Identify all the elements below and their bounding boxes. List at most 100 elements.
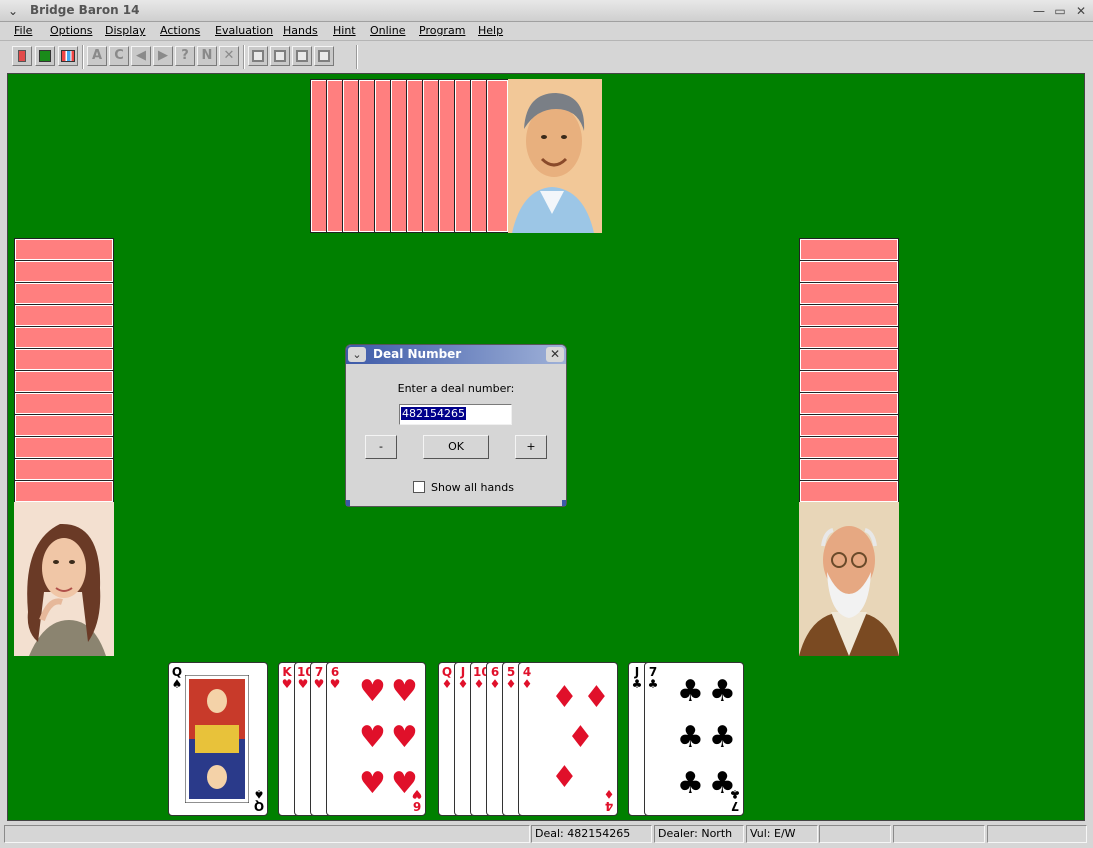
- card-back: [799, 304, 899, 326]
- window-menu-icon[interactable]: ⌄: [5, 3, 21, 19]
- card-back: [14, 282, 114, 304]
- menu-help[interactable]: Help: [478, 24, 503, 37]
- dialog-menu-icon[interactable]: ⌄: [348, 347, 366, 362]
- view-button-4[interactable]: [314, 46, 334, 66]
- dialog-footer: [346, 500, 566, 506]
- playing-card[interactable]: 4 ♦ 4 ♦ ♦ ♦ ♦ ♦: [518, 662, 618, 816]
- title-bar: ⌄ Bridge Baron 14 — ▭ ✕: [0, 0, 1093, 22]
- minimize-icon[interactable]: —: [1030, 3, 1048, 19]
- card-back: [14, 436, 114, 458]
- dialog-close-icon[interactable]: ✕: [546, 347, 564, 362]
- card-index: 7 ♥: [313, 665, 325, 691]
- card-back: [14, 414, 114, 436]
- card-back: [486, 79, 508, 233]
- west-player-portrait: [14, 502, 114, 656]
- menu-evaluation[interactable]: Evaluation: [215, 24, 273, 37]
- north-player-portrait: [502, 79, 602, 233]
- toolbar-button-n[interactable]: N: [197, 46, 217, 66]
- random-deal-button[interactable]: [35, 46, 55, 66]
- status-bar: Deal: 482154265 Dealer: North Vul: E/W: [0, 824, 1093, 848]
- show-all-hands-checkbox[interactable]: [413, 481, 425, 493]
- cards-icon: [61, 50, 75, 62]
- back-button[interactable]: ◀: [131, 46, 151, 66]
- menu-file[interactable]: File: [14, 24, 32, 37]
- card-back: [14, 458, 114, 480]
- hint-button[interactable]: ?: [175, 46, 195, 66]
- status-vulnerability: Vul: E/W: [746, 825, 818, 843]
- deal-number-dialog: ⌄ Deal Number ✕ Enter a deal number: 482…: [345, 344, 567, 507]
- toolbar-button-c[interactable]: C: [109, 46, 129, 66]
- status-field: [893, 825, 985, 843]
- card-back: [799, 370, 899, 392]
- menu-options[interactable]: Options: [50, 24, 92, 37]
- menu-hint[interactable]: Hint: [333, 24, 356, 37]
- card-index: 10 ♥: [297, 665, 314, 691]
- menu-hands[interactable]: Hands: [283, 24, 318, 37]
- toolbar: A C ◀ ▶ ? N ✕: [0, 42, 1093, 72]
- card-back: [14, 480, 114, 502]
- card-back: [14, 304, 114, 326]
- east-player-avatar: [799, 502, 899, 656]
- card-back: [799, 238, 899, 260]
- card-index: Q ♦: [441, 665, 453, 691]
- window-title: Bridge Baron 14: [30, 3, 140, 17]
- new-deal-button[interactable]: [12, 46, 32, 66]
- card-icon: [18, 50, 26, 62]
- status-message: [4, 825, 530, 843]
- playing-card[interactable]: Q♠Q♠♠: [168, 662, 268, 816]
- heart-icon: ♥: [391, 674, 418, 709]
- card-index: 7 ♣: [647, 665, 659, 691]
- toolbar-button-x[interactable]: ✕: [219, 46, 239, 66]
- status-deal: Deal: 482154265: [531, 825, 652, 843]
- playing-card[interactable]: 6 ♥ 6 ♥ ♥ ♥ ♥ ♥ ♥ ♥: [326, 662, 426, 816]
- playing-card[interactable]: 7 ♣ 7 ♣ ♣ ♣ ♣ ♣ ♣ ♣: [644, 662, 744, 816]
- north-player-avatar: [502, 79, 602, 233]
- view-button-2[interactable]: [270, 46, 290, 66]
- ok-button[interactable]: OK: [423, 435, 489, 459]
- toolbar-separator: [356, 45, 358, 69]
- diamond-icon: ♦: [567, 720, 594, 755]
- card-index: 6 ♥: [329, 665, 341, 691]
- heart-icon: ♥: [391, 720, 418, 755]
- card-index: 4 ♦: [521, 665, 533, 691]
- dialog-title: Deal Number: [373, 347, 462, 361]
- status-field: [987, 825, 1087, 843]
- card-index: 10 ♦: [473, 665, 490, 691]
- menu-display[interactable]: Display: [105, 24, 146, 37]
- show-hands-button[interactable]: [58, 46, 78, 66]
- club-icon: ♣: [709, 674, 736, 709]
- club-icon: ♣: [677, 766, 704, 801]
- menu-program[interactable]: Program: [419, 24, 465, 37]
- diamond-icon: ♦: [583, 680, 610, 715]
- heart-icon: ♥: [359, 674, 386, 709]
- maximize-icon[interactable]: ▭: [1051, 3, 1069, 19]
- decrement-button[interactable]: -: [365, 435, 397, 459]
- dialog-title-bar: ⌄ Deal Number ✕: [346, 345, 566, 364]
- club-icon: ♣: [677, 720, 704, 755]
- view-button-3[interactable]: [292, 46, 312, 66]
- card-back: [14, 370, 114, 392]
- card-index: J ♦: [457, 665, 469, 691]
- view-button-1[interactable]: [248, 46, 268, 66]
- toolbar-button-a[interactable]: A: [87, 46, 107, 66]
- menu-online[interactable]: Online: [370, 24, 405, 37]
- deal-number-prompt: Enter a deal number:: [397, 382, 515, 395]
- west-player-avatar: [14, 502, 114, 656]
- card-back: [14, 392, 114, 414]
- forward-button[interactable]: ▶: [153, 46, 173, 66]
- menu-actions[interactable]: Actions: [160, 24, 200, 37]
- east-player-portrait: [799, 502, 899, 656]
- card-index: 6 ♦: [489, 665, 501, 691]
- card-back: [14, 348, 114, 370]
- card-index: 5 ♦: [505, 665, 517, 691]
- increment-button[interactable]: +: [515, 435, 547, 459]
- card-back: [799, 392, 899, 414]
- diamond-icon: ♦: [551, 680, 578, 715]
- grid-icon: [274, 50, 286, 62]
- heart-icon: ♥: [359, 720, 386, 755]
- close-icon[interactable]: ✕: [1072, 3, 1090, 19]
- toolbar-separator: [243, 45, 245, 69]
- queen-face-icon: [185, 675, 249, 803]
- deal-number-input[interactable]: 482154265: [399, 404, 512, 425]
- card-index: 4 ♦: [603, 787, 615, 813]
